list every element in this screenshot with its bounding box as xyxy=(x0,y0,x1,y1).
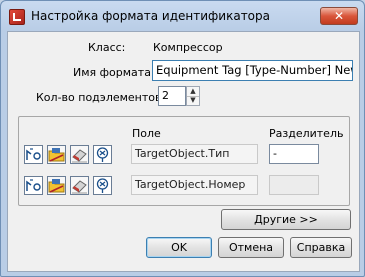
row2-folder-button[interactable] xyxy=(47,176,66,195)
eraser-icon xyxy=(70,176,89,195)
help-button[interactable]: Справка xyxy=(290,237,352,258)
format-name-input[interactable]: Equipment Tag [Type-Number] New xyxy=(152,60,353,81)
subelements-count-input[interactable]: 2 xyxy=(158,86,186,106)
eraser-icon xyxy=(70,145,89,164)
row2-separator-input xyxy=(269,175,319,195)
row1-folder-button[interactable] xyxy=(47,145,66,164)
ok-button[interactable]: OK xyxy=(146,237,212,258)
close-button[interactable]: ✕ xyxy=(320,7,358,25)
dialog-body: Класс: Компрессор Имя формата: Equipment… xyxy=(7,31,360,272)
row1-erase-button[interactable] xyxy=(70,145,89,164)
row1-separator-input[interactable]: - xyxy=(269,144,319,164)
folder-icon xyxy=(47,176,66,195)
function-icon xyxy=(93,145,112,164)
window-title: Настройка формата идентификатора xyxy=(31,9,270,23)
subelements-group: Поле Разделитель TargetObject.Тип - Targ… xyxy=(18,116,350,206)
row2-field-input[interactable]: TargetObject.Номер xyxy=(131,175,258,195)
row2-function-button[interactable] xyxy=(93,176,112,195)
function-icon xyxy=(93,176,112,195)
title-bar[interactable]: Настройка формата идентификатора ✕ xyxy=(1,1,364,31)
app-icon xyxy=(9,9,25,25)
properties-icon xyxy=(24,145,43,164)
subelements-spinner[interactable]: ▲ ▼ xyxy=(186,86,200,106)
properties-icon xyxy=(24,176,43,195)
separator-column-header: Разделитель xyxy=(269,127,344,140)
class-label: Класс: xyxy=(88,41,126,54)
close-icon: ✕ xyxy=(333,9,345,23)
row1-field-input[interactable]: TargetObject.Тип xyxy=(131,144,258,164)
dialog-window: Настройка формата идентификатора ✕ Класс… xyxy=(0,0,365,277)
row2-erase-button[interactable] xyxy=(70,176,89,195)
field-column-header: Поле xyxy=(132,127,161,140)
folder-icon xyxy=(47,145,66,164)
subelements-count-label: Кол-во подэлементов: xyxy=(36,91,166,104)
row2-properties-button[interactable] xyxy=(24,176,43,195)
format-name-label: Имя формата: xyxy=(73,66,155,79)
row1-function-button[interactable] xyxy=(93,145,112,164)
spin-down-icon[interactable]: ▼ xyxy=(187,96,199,105)
row1-properties-button[interactable] xyxy=(24,145,43,164)
cancel-button[interactable]: Отмена xyxy=(218,237,284,258)
class-value: Компрессор xyxy=(153,41,223,54)
more-button[interactable]: Другие >> xyxy=(221,209,351,230)
